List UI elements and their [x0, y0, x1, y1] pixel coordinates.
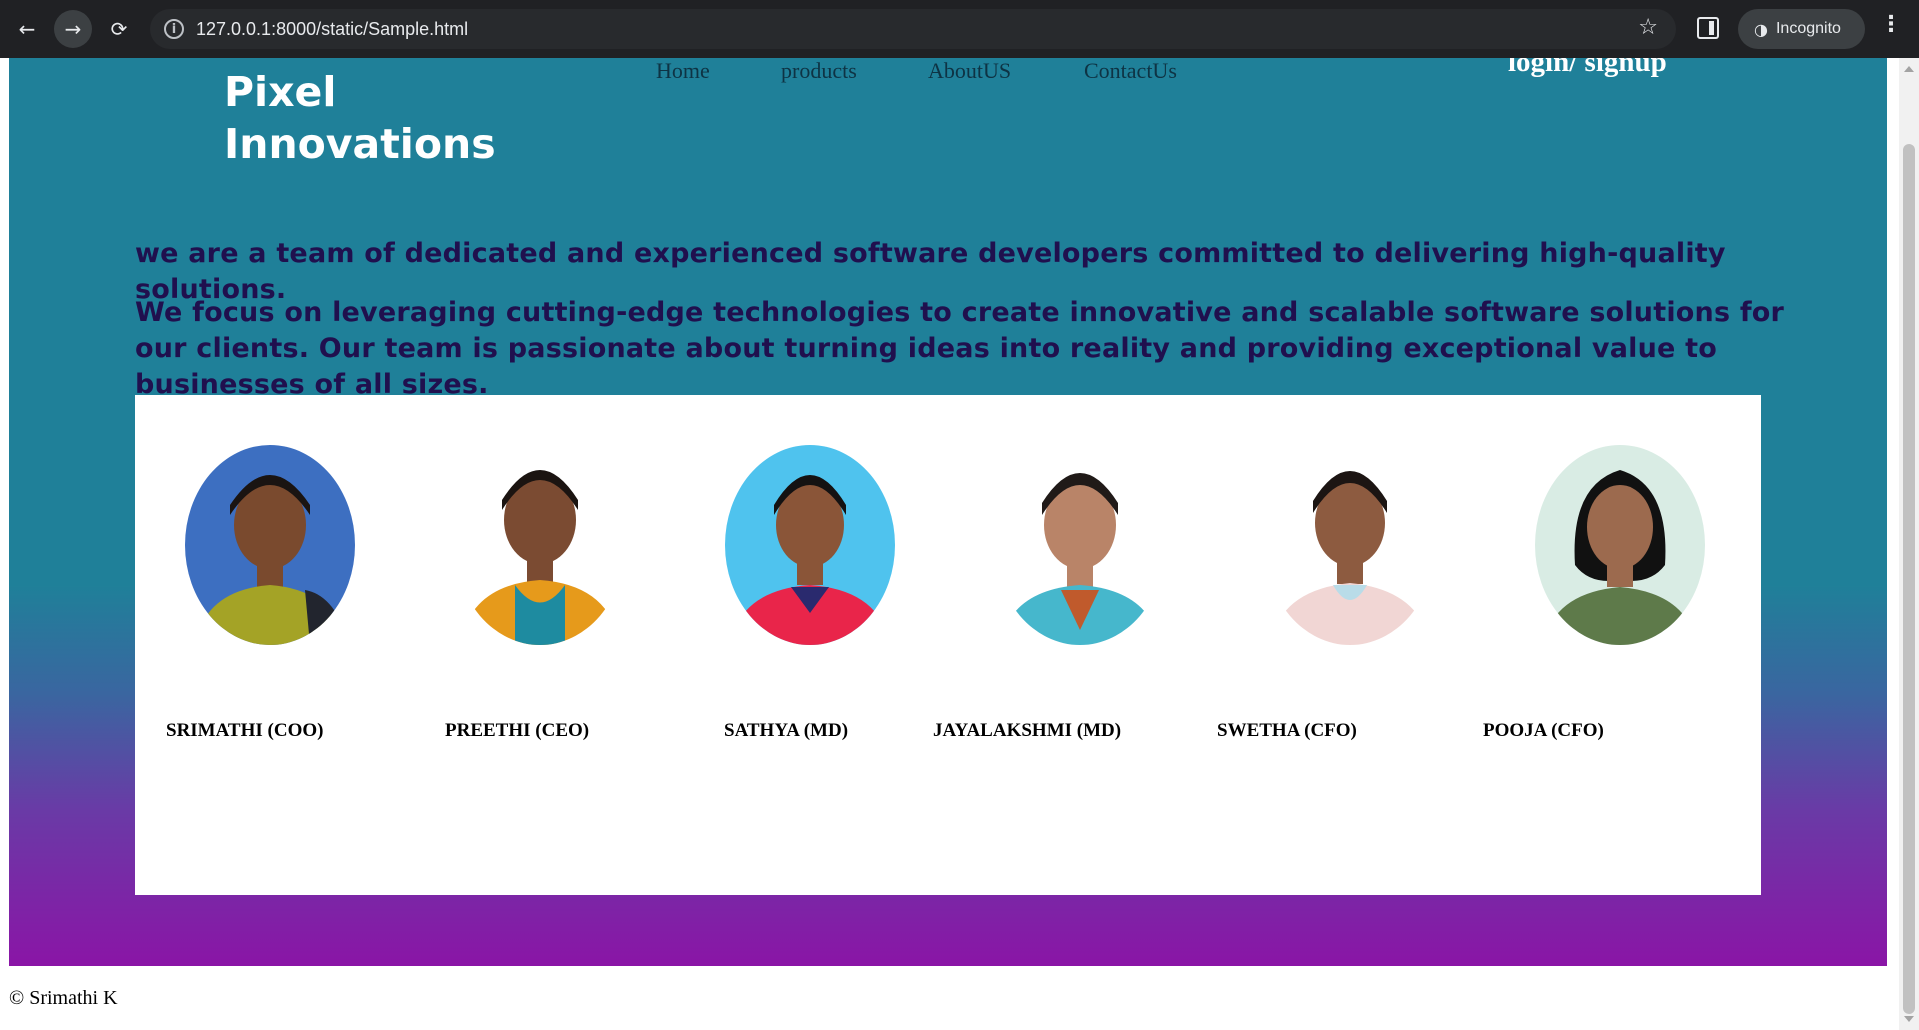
browser-toolbar: ← → ⟳ i 127.0.0.1:8000/static/Sample.htm… [0, 0, 1919, 58]
member-name: POOJA (CFO) [1483, 720, 1604, 741]
address-bar[interactable]: i 127.0.0.1:8000/static/Sample.html ☆ [150, 9, 1676, 49]
incognito-badge[interactable]: ◑ Incognito [1738, 9, 1865, 49]
intro-paragraph-2: We focus on leveraging cutting-edge tech… [135, 297, 1785, 400]
site-info-icon[interactable]: i [164, 19, 184, 39]
page-viewport: Pixel Innovations Home products AboutUS … [0, 58, 1899, 1030]
member-name: SATHYA (MD) [724, 720, 849, 741]
member-name: SRIMATHI (COO) [166, 720, 324, 741]
nav-home[interactable]: Home [656, 58, 710, 84]
reload-icon[interactable]: ⟳ [100, 10, 138, 48]
team-section: SRIMATHI (COO) PREETHI (CEO) SATHYA (MD)… [135, 395, 1761, 895]
member-name: PREETHI (CEO) [445, 720, 590, 741]
login-signup-link[interactable]: login/ signup [1508, 58, 1667, 79]
side-panel-icon[interactable] [1697, 17, 1719, 39]
bookmark-star-icon[interactable]: ☆ [1638, 15, 1658, 40]
footer-copyright: © Srimathi K [9, 987, 118, 1009]
logo-line-2: Innovations [224, 120, 496, 168]
member-photo-sathya [725, 445, 895, 645]
site-logo: Pixel Innovations [224, 66, 524, 170]
member-name: SWETHA (CFO) [1217, 720, 1357, 741]
incognito-icon: ◑ [1754, 19, 1768, 39]
nav-contactus[interactable]: ContactUs [1084, 58, 1177, 84]
url-text[interactable]: 127.0.0.1:8000/static/Sample.html [196, 19, 468, 40]
incognito-label: Incognito [1775, 20, 1841, 37]
member-photo-jayalakshmi [995, 445, 1165, 645]
browser-menu-icon[interactable]: ⋮ [1880, 12, 1902, 37]
member-photo-swetha [1265, 445, 1435, 645]
logo-line-1: Pixel [224, 68, 337, 116]
forward-icon[interactable]: → [54, 10, 92, 48]
member-photo-preethi [455, 445, 625, 645]
scroll-up-icon[interactable] [1904, 66, 1914, 72]
member-photo-srimathi [185, 445, 355, 645]
scroll-down-icon[interactable] [1904, 1016, 1914, 1022]
vertical-scrollbar[interactable] [1899, 58, 1919, 1030]
nav-products[interactable]: products [781, 58, 857, 84]
member-name: JAYALAKSHMI (MD) [933, 720, 1122, 741]
back-icon[interactable]: ← [8, 10, 46, 48]
scrollbar-thumb[interactable] [1903, 144, 1915, 1014]
nav-aboutus[interactable]: AboutUS [928, 58, 1011, 84]
member-photo-pooja [1535, 445, 1705, 645]
